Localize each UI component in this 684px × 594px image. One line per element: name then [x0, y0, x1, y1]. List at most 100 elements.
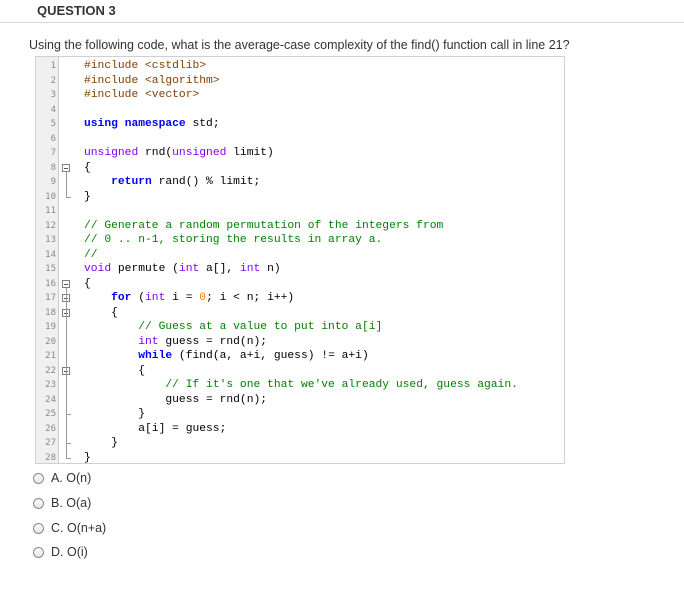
code-line: 21 while (find(a, a+i, guess) != a+i) [36, 349, 564, 364]
code-text: #include <cstdlib> [84, 60, 207, 72]
code-line: 5 using namespace std; [36, 117, 564, 132]
question-text: Using the following code, what is the av… [29, 38, 570, 52]
option-a[interactable]: A. O(n) [33, 469, 91, 487]
code-text: int guess = rnd(n); [138, 335, 268, 348]
radio-button[interactable] [33, 546, 44, 558]
code-text: { [84, 306, 118, 319]
code-text: a[i] = guess; [84, 422, 227, 435]
code-line: 8{ [36, 161, 564, 176]
option-c[interactable]: C. O(n+a) [33, 519, 106, 537]
code-line: 28} [36, 451, 564, 464]
line-number: 4 [50, 104, 56, 115]
line-number: 28 [45, 452, 56, 463]
line-number: 18 [45, 307, 56, 318]
question-title: QUESTION 3 [37, 3, 116, 18]
fold-end-tick [66, 196, 71, 198]
code-line: 11 [36, 204, 564, 219]
code-text: { [84, 277, 91, 290]
code-text: } [84, 408, 146, 420]
question-header: QUESTION 3 [0, 0, 684, 23]
code-line: 2 #include <algorithm> [36, 74, 564, 89]
line-number: 22 [45, 365, 56, 376]
code-block: 1 #include <cstdlib> 2 #include <algorithm>… [35, 56, 565, 464]
code-text: } [84, 190, 91, 203]
code-line: 6 [36, 132, 564, 147]
code-line: 20 int guess = rnd(n); [36, 335, 564, 350]
code-text: while (find(a, a+i, guess) != a+i) [138, 350, 369, 362]
code-text: } [84, 437, 118, 449]
line-number: 26 [45, 423, 56, 434]
code-line: 18 { [36, 306, 564, 321]
line-number: 10 [45, 191, 56, 202]
line-number: 5 [50, 119, 56, 129]
fold-toggle-icon[interactable] [62, 163, 70, 172]
code-text: return rand() % limit; [111, 176, 261, 188]
line-number: 27 [45, 438, 56, 448]
code-line: 19 // Guess at a value to put into a[i] [36, 320, 564, 335]
code-line: 22 { [36, 364, 564, 379]
line-number: 17 [45, 293, 56, 303]
code-text: { [84, 161, 91, 174]
code-line: 14 // [36, 248, 564, 263]
code-line: 9 return rand() % limit; [36, 175, 564, 190]
code-line: 3 #include <vector> [36, 88, 564, 103]
code-text: guess = rnd(n); [84, 393, 268, 406]
line-number: 24 [45, 394, 56, 405]
option-label: A. O(n) [51, 471, 92, 485]
fold-toggle-icon[interactable] [62, 279, 70, 288]
code-text: // Generate a random permutation of the … [84, 219, 444, 232]
code-line: 13 // 0 .. n-1, storing the results in ar… [36, 233, 564, 248]
line-number: 11 [45, 206, 56, 216]
line-number: 8 [50, 162, 56, 173]
code-line: 10} [36, 190, 564, 205]
line-number: 14 [45, 249, 56, 260]
line-number: 9 [50, 177, 56, 187]
code-line: 24 guess = rnd(n); [36, 393, 564, 408]
code-text: { [84, 364, 146, 377]
code-text: // [84, 248, 98, 261]
radio-button[interactable] [33, 522, 44, 534]
code-line: 26 a[i] = guess; [36, 422, 564, 437]
line-number: 1 [50, 61, 56, 71]
radio-button[interactable] [33, 472, 44, 484]
code-text: void permute (int a[], int n) [84, 263, 281, 275]
code-text: } [84, 451, 91, 464]
option-label: C. O(n+a) [51, 521, 107, 535]
code-line: 17 for (int i = 0; i < n; i++) [36, 291, 564, 306]
fold-end-tick [66, 443, 71, 444]
line-number: 21 [45, 351, 56, 361]
line-number: 2 [50, 75, 56, 86]
code-text: for (int i = 0; i < n; i++) [111, 292, 295, 304]
line-number: 20 [45, 336, 56, 347]
line-number: 7 [50, 148, 56, 158]
code-line: 16 { [36, 277, 564, 292]
code-line: 7 unsigned rnd(unsigned limit) [36, 146, 564, 161]
line-number: 3 [50, 90, 56, 100]
line-number: 6 [50, 133, 56, 144]
fold-end-tick [66, 457, 71, 459]
radio-button[interactable] [33, 497, 44, 509]
line-number: 25 [45, 409, 56, 419]
code-text: #include <vector> [84, 89, 200, 101]
code-line: 23 // If it's one that we've already use… [36, 378, 564, 393]
line-number: 19 [45, 322, 56, 332]
code-text: // If it's one that we've already used, … [165, 379, 518, 391]
code-line: 27 } [36, 436, 564, 451]
code-line: 15 void permute (int a[], int n) [36, 262, 564, 277]
option-b[interactable]: B. O(a) [33, 494, 91, 512]
line-number: 23 [45, 380, 56, 390]
code-line: 1 #include <cstdlib> [36, 59, 564, 74]
code-text: using namespace std; [84, 118, 220, 130]
line-number: 15 [45, 264, 56, 274]
line-number: 12 [45, 220, 56, 231]
option-d[interactable]: D. O(i) [33, 543, 88, 561]
code-text: unsigned rnd(unsigned limit) [84, 147, 274, 159]
code-line: 25 } [36, 407, 564, 422]
code-line: 4 [36, 103, 564, 118]
fold-guide-line [66, 171, 67, 197]
code-text: #include <algorithm> [84, 74, 220, 87]
code-text: // 0 .. n-1, storing the results in arra… [84, 234, 383, 246]
line-number: 13 [45, 235, 56, 245]
option-label: D. O(i) [51, 545, 88, 559]
code-line: 12 // Generate a random permutation of th… [36, 219, 564, 234]
